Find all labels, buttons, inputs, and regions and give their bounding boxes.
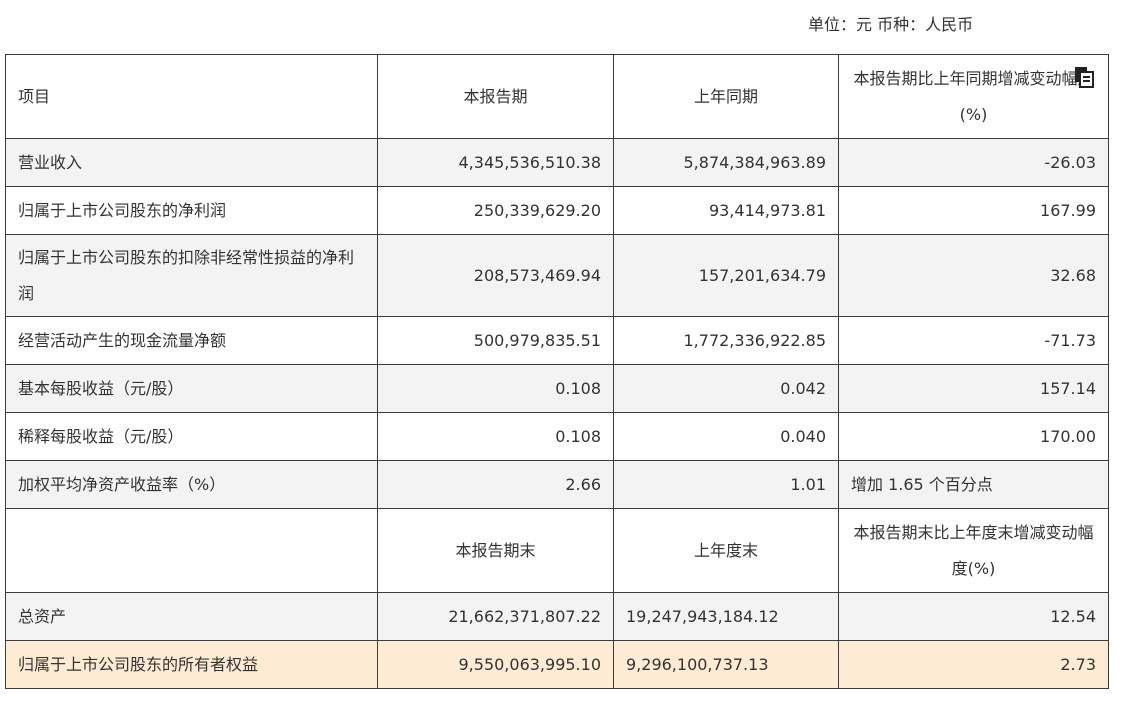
row-change: 12.54 (838, 592, 1109, 641)
row-label: 经营活动产生的现金流量净额 (5, 316, 378, 365)
row-change: 157.14 (838, 364, 1109, 413)
row-change: 167.99 (838, 186, 1109, 235)
unit-note: 单位：元 币种：人民币 (808, 15, 974, 34)
subheader-empty (5, 508, 378, 593)
row-change: 增加 1.65 个百分点 (838, 460, 1109, 509)
row-change: 2.73 (838, 640, 1109, 689)
table-row: 归属于上市公司股东的扣除非经常性损益的净利润 208,573,469.94 15… (5, 234, 1109, 317)
financial-summary-table: 项目 本报告期 上年同期 本报告期比上年同期增减变动幅度(%) 营业收入 4,3… (5, 54, 1109, 689)
row-label: 营业收入 (5, 138, 378, 187)
row-prior: 9,296,100,737.13 (613, 640, 839, 689)
row-current: 9,550,063,995.10 (377, 640, 614, 689)
row-prior: 0.040 (613, 412, 839, 461)
copy-icon[interactable] (1073, 66, 1095, 88)
table-header-row: 项目 本报告期 上年同期 本报告期比上年同期增减变动幅度(%) (5, 54, 1109, 139)
row-label: 稀释每股收益（元/股） (5, 412, 378, 461)
row-label: 基本每股收益（元/股） (5, 364, 378, 413)
table-row: 营业收入 4,345,536,510.38 5,874,384,963.89 -… (5, 138, 1109, 187)
row-prior: 157,201,634.79 (613, 234, 839, 317)
table-row: 加权平均净资产收益率（%） 2.66 1.01 增加 1.65 个百分点 (5, 460, 1109, 509)
table-row-highlighted: 归属于上市公司股东的所有者权益 9,550,063,995.10 9,296,1… (5, 640, 1109, 689)
table-row: 经营活动产生的现金流量净额 500,979,835.51 1,772,336,9… (5, 316, 1109, 365)
row-current: 0.108 (377, 412, 614, 461)
row-change: 170.00 (838, 412, 1109, 461)
row-current: 21,662,371,807.22 (377, 592, 614, 641)
row-change: -26.03 (838, 138, 1109, 187)
header-change-pct: 本报告期比上年同期增减变动幅度(%) (838, 54, 1109, 139)
table-row: 稀释每股收益（元/股） 0.108 0.040 170.00 (5, 412, 1109, 461)
header-prior-period: 上年同期 (613, 54, 839, 139)
table-row: 总资产 21,662,371,807.22 19,247,943,184.12 … (5, 592, 1109, 641)
row-current: 208,573,469.94 (377, 234, 614, 317)
row-change: 32.68 (838, 234, 1109, 317)
table-row: 基本每股收益（元/股） 0.108 0.042 157.14 (5, 364, 1109, 413)
row-label: 总资产 (5, 592, 378, 641)
row-change: -71.73 (838, 316, 1109, 365)
header-item: 项目 (5, 54, 378, 139)
row-label: 加权平均净资产收益率（%） (5, 460, 378, 509)
subheader-prior-year-end: 上年度末 (613, 508, 839, 593)
row-current: 250,339,629.20 (377, 186, 614, 235)
row-prior: 1.01 (613, 460, 839, 509)
row-current: 2.66 (377, 460, 614, 509)
row-prior: 0.042 (613, 364, 839, 413)
subheader-period-end: 本报告期末 (377, 508, 614, 593)
row-label: 归属于上市公司股东的所有者权益 (5, 640, 378, 689)
table-subheader-row: 本报告期末 上年度末 本报告期末比上年度末增减变动幅度(%) (5, 508, 1109, 593)
row-prior: 5,874,384,963.89 (613, 138, 839, 187)
subheader-change-pct: 本报告期末比上年度末增减变动幅度(%) (838, 508, 1109, 593)
row-current: 0.108 (377, 364, 614, 413)
row-label: 归属于上市公司股东的扣除非经常性损益的净利润 (5, 234, 378, 317)
row-current: 500,979,835.51 (377, 316, 614, 365)
row-current: 4,345,536,510.38 (377, 138, 614, 187)
header-current-period: 本报告期 (377, 54, 614, 139)
row-prior: 19,247,943,184.12 (613, 592, 839, 641)
table-row: 归属于上市公司股东的净利润 250,339,629.20 93,414,973.… (5, 186, 1109, 235)
row-prior: 1,772,336,922.85 (613, 316, 839, 365)
row-label: 归属于上市公司股东的净利润 (5, 186, 378, 235)
row-prior: 93,414,973.81 (613, 186, 839, 235)
